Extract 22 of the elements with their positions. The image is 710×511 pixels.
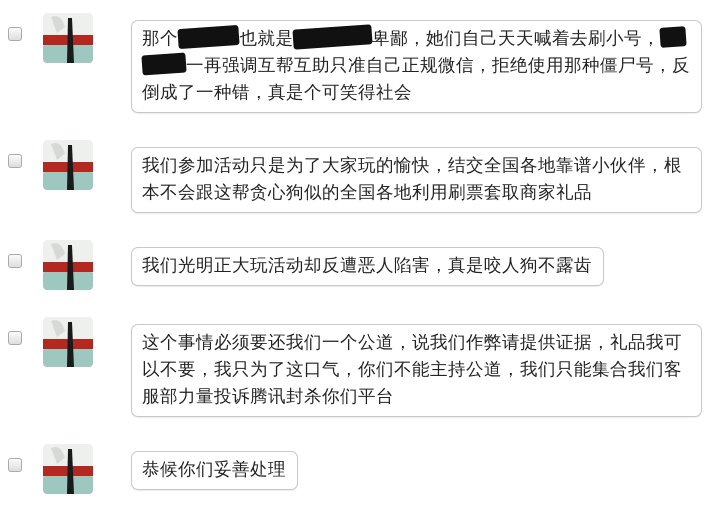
message-text: 那个 — [142, 29, 178, 49]
redaction-mark — [177, 24, 240, 50]
checkbox[interactable] — [8, 27, 22, 41]
checkbox[interactable] — [8, 331, 22, 345]
message-bubble: 我们光明正大玩活动却反遭恶人陷害，真是咬人狗不露齿 — [131, 247, 604, 286]
avatar-picture — [43, 240, 93, 290]
message-text: 倒成了一种错，真是个可笑得社会 — [142, 83, 412, 103]
avatar-picture — [43, 444, 93, 494]
checkbox[interactable] — [8, 154, 22, 168]
checkbox[interactable] — [8, 254, 22, 268]
redaction-mark — [141, 52, 186, 76]
message-bubble: 恭候你们妥善处理 — [131, 451, 298, 490]
avatar-picture — [43, 317, 93, 367]
message-text: 一再强调互帮互助只准自己正规微信，拒绝使用那种僵尸号，反 — [186, 56, 690, 76]
avatar-picture — [43, 140, 93, 190]
message-bubble: 我们参加活动只是为了大家玩的愉快，结交全国各地靠谱小伙伴，根本不会跟这帮贪心狗似的全国各地利用刷票套取商家礼品 — [131, 147, 702, 213]
redaction-mark — [659, 26, 687, 48]
message-text: 也就是 — [239, 29, 294, 49]
checkbox[interactable] — [8, 458, 22, 472]
message-bubble: 这个事情必须要还我们一个公道，说我们作弊请提供证据，礼品我可以不要，我只为了这口气，你们不能主持公道，我们只能集合我们客服部力量投诉腾讯封杀你们平台 — [131, 324, 702, 417]
avatar-picture — [43, 13, 93, 63]
message-text: 卑鄙，她们自己天天喊着去刷小号， — [372, 29, 660, 49]
